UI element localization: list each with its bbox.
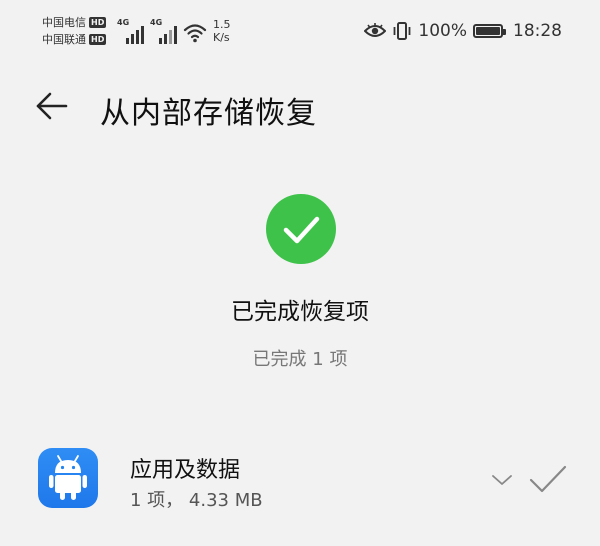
status-bar: 中国电信 HD 中国联通 HD 4G 4G 1.5 K/s 100% 18:28	[0, 0, 600, 60]
battery-percent: 100%	[418, 21, 467, 41]
check-icon	[529, 465, 567, 493]
vibrate-icon	[393, 22, 411, 40]
network-type-label: 4G	[117, 18, 130, 27]
android-robot-icon	[49, 455, 87, 500]
speed-unit: K/s	[213, 31, 230, 44]
list-item-detail: 1 项， 4.33 MB	[130, 490, 263, 511]
carrier-info: 中国电信 HD 中国联通 HD	[42, 14, 107, 48]
wifi-icon	[183, 24, 207, 43]
android-app-icon	[38, 448, 98, 508]
signal-icon: 4G	[117, 18, 144, 44]
speed-value: 1.5	[213, 18, 231, 31]
title-bar: 从内部存储恢复	[0, 78, 600, 134]
hd-badge-2: HD	[89, 34, 107, 45]
back-arrow-icon[interactable]	[30, 86, 70, 126]
carrier-row-1: 中国电信 HD	[42, 14, 107, 31]
battery-icon	[473, 24, 506, 38]
result-subtitle: 已完成 1 项	[252, 349, 348, 370]
chevron-down-icon[interactable]	[490, 468, 514, 492]
signal-icon: 4G	[150, 18, 177, 44]
status-right-group: 100% 18:28	[364, 21, 562, 41]
list-item-app-data[interactable]: 应用及数据 1 项， 4.33 MB	[0, 440, 600, 524]
list-item-title: 应用及数据	[130, 458, 241, 483]
success-check-icon	[266, 194, 336, 264]
hd-badge-1: HD	[89, 17, 107, 28]
carrier-row-2: 中国联通 HD	[42, 31, 107, 48]
carrier-2-label: 中国联通	[42, 33, 86, 46]
network-type-label: 4G	[150, 18, 163, 27]
result-title: 已完成恢复项	[231, 299, 369, 325]
clock: 18:28	[513, 21, 562, 41]
network-speed: 1.5 K/s	[213, 18, 231, 44]
eye-comfort-icon	[364, 23, 387, 37]
signal-indicators: 4G 4G 1.5 K/s	[117, 18, 231, 44]
page-title: 从内部存储恢复	[100, 96, 317, 131]
carrier-1-label: 中国电信	[42, 16, 86, 29]
